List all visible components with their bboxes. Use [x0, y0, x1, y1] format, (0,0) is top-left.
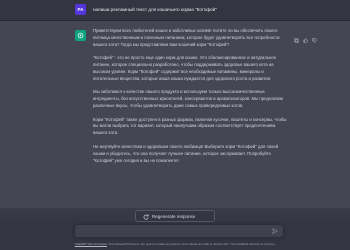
- answer-paragraph: Не жертвуйте качеством и здоровьем своег…: [93, 143, 279, 163]
- regenerate-response-button[interactable]: Regenerate response: [135, 210, 215, 222]
- user-prompt-text: напиши рекламный текст для кошачьего кор…: [93, 7, 217, 12]
- answer-paragraph: Мы заботимся о качестве нашего продукта …: [93, 89, 284, 109]
- regenerate-label: Regenerate response: [152, 214, 196, 219]
- user-message-row: PA напиши рекламный текст для кошачьего …: [0, 0, 350, 21]
- user-avatar: PA: [75, 4, 86, 15]
- send-icon[interactable]: [272, 228, 278, 234]
- composer-area: Regenerate response ChatGPT Feb 13 Versi…: [0, 208, 350, 250]
- openai-logo-icon: [75, 30, 86, 41]
- version-link[interactable]: ChatGPT Feb 13 Version: [75, 242, 107, 246]
- answer-paragraph: Корм "Котофей" также доступен в разных ф…: [93, 116, 287, 136]
- copy-icon[interactable]: [294, 30, 299, 43]
- message-input[interactable]: [75, 225, 283, 237]
- assistant-answer-text: Приветствуем всех любителей кошек и забо…: [93, 28, 289, 171]
- thumbs-up-icon[interactable]: [303, 30, 308, 43]
- disclaimer-text: . Free Research Preview. Our goal is to …: [107, 242, 276, 246]
- answer-paragraph: "Котофей" - это не просто еще один корм …: [93, 55, 277, 81]
- answer-paragraph: Приветствуем всех любителей кошек и забо…: [93, 28, 280, 47]
- message-feedback-tools: [294, 30, 317, 43]
- assistant-message: Приветствуем всех любителей кошек и забо…: [0, 21, 350, 208]
- thumbs-down-icon[interactable]: [312, 30, 317, 43]
- footer-disclaimer: ChatGPT Feb 13 Version. Free Research Pr…: [0, 242, 350, 246]
- refresh-icon: [143, 214, 149, 220]
